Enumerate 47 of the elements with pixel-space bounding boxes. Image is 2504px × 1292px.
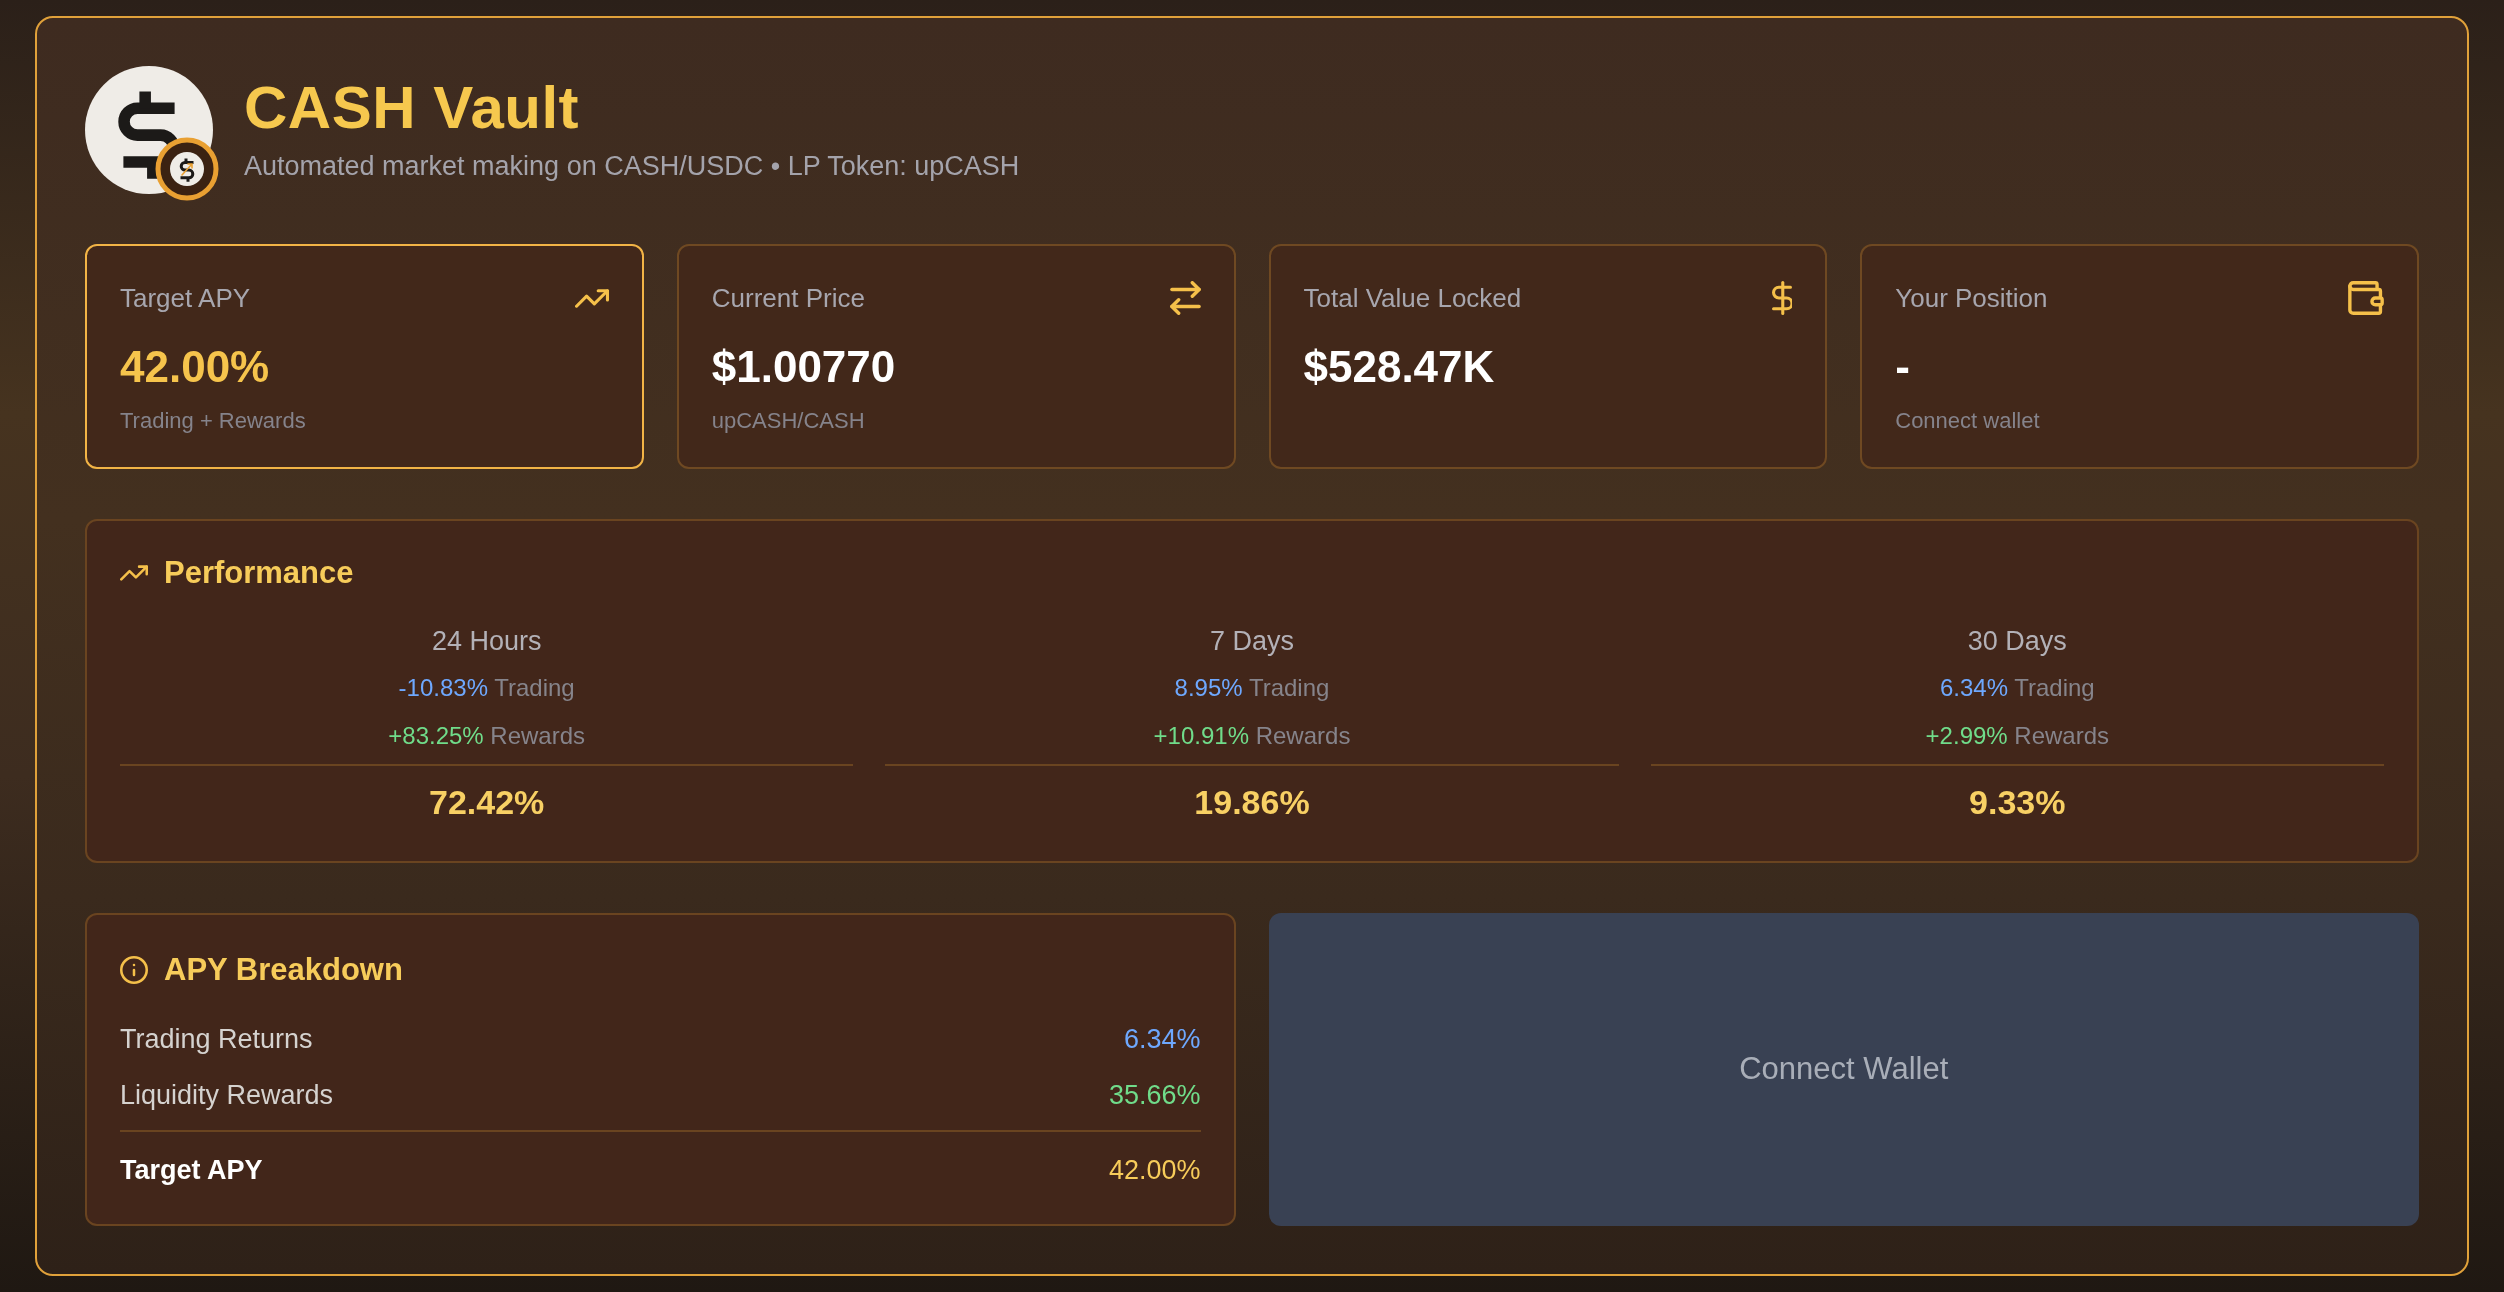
vault-subtitle: Automated market making on CASH/USDC • LP Token: upCASH [244,150,1020,184]
stat-value: $528.47K [1303,341,1496,393]
rewards-label: Rewards [2014,722,2110,749]
stat-label: Your Position [1895,282,2048,315]
trading-label: Trading [2014,674,2095,701]
rewards-value: +83.25% [388,722,484,749]
stat-label: Current Price [711,282,865,315]
period-total: 72.42% [429,783,545,821]
breakdown-label: Target APY [120,1154,263,1187]
stat-label: Total Value Locked [1303,282,1522,315]
period-label: 7 Days [1208,625,1295,658]
breakdown-value: 35.66% [1108,1079,1201,1112]
stat-value: $1.00770 [711,341,897,393]
breakdown-label: Liquidity Rewards [120,1079,334,1112]
stat-note: upCASH/CASH [711,407,866,435]
trading-label: Trading [494,674,575,701]
period-total: 9.33% [1969,783,2066,821]
trading-value: 6.34% [1939,674,2008,701]
rewards-value: +2.99% [1925,722,2008,749]
trading-value: -10.83% [398,674,488,701]
trading-value: 8.95% [1174,674,1243,701]
vault-title: CASH Vault [244,75,581,142]
trading-label: Trading [1248,674,1330,701]
info-icon [120,956,148,984]
breakdown-label: Trading Returns [120,1023,313,1056]
connect-wallet-button[interactable]: Connect Wallet [1268,913,2419,1226]
stat-value: - [1895,341,1911,393]
period-total: 19.86% [1194,783,1310,821]
trending-up-icon [574,288,609,308]
arrows-left-right-icon [1169,281,1201,315]
period-label: 24 Hours [430,625,543,658]
section-title: APY Breakdown [164,952,403,988]
breakdown-value: 42.00% [1108,1154,1201,1187]
breakdown-value: 6.34% [1123,1023,1201,1056]
stat-value: 42.00% [120,341,271,393]
period-label: 30 Days [1966,625,2068,658]
dollar-sign-icon [1772,281,1793,315]
stat-note: Connect wallet [1895,407,2041,435]
stat-note: Trading + Rewards [120,407,307,435]
trending-up-icon [120,565,148,581]
rewards-label: Rewards [490,722,586,749]
rewards-value: +10.91% [1153,722,1249,749]
wallet-icon [2348,281,2384,315]
stat-label: Target APY [120,282,251,315]
coin-badge-icon [155,137,219,201]
section-title: Performance [164,555,354,591]
rewards-label: Rewards [1255,722,1351,749]
